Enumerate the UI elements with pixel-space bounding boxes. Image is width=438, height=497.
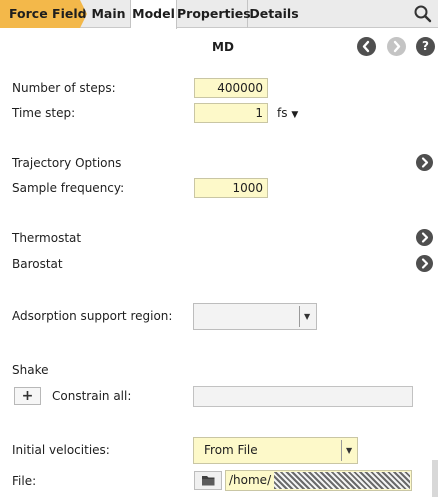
- initial-velocities-label: Initial velocities:: [12, 443, 110, 457]
- search-icon[interactable]: [412, 4, 434, 24]
- steps-input[interactable]: 400000: [194, 78, 268, 98]
- file-path-value: /home/: [229, 473, 272, 487]
- tab-main[interactable]: Main: [87, 0, 131, 28]
- scrollbar[interactable]: [432, 460, 438, 497]
- constrain-all-input[interactable]: [193, 386, 413, 407]
- tab-properties[interactable]: Properties: [177, 0, 251, 28]
- tab-bar: Force Field Main Model Properties Detail…: [0, 0, 438, 29]
- back-button[interactable]: [357, 37, 376, 56]
- select-divider: [299, 306, 300, 327]
- help-button[interactable]: ?: [416, 37, 435, 56]
- chevron-left-icon: [362, 40, 370, 53]
- shake-label: Shake: [12, 363, 49, 377]
- redacted-region: [274, 472, 410, 489]
- file-label: File:: [12, 474, 37, 488]
- chevron-right-icon: [421, 258, 429, 269]
- forward-button[interactable]: [387, 37, 406, 56]
- chevron-right-icon: [421, 157, 429, 168]
- caret-down-icon: ▼: [291, 110, 299, 120]
- adsorption-region-label: Adsorption support region:: [12, 309, 173, 323]
- constrain-all-label: Constrain all:: [52, 389, 132, 403]
- timestep-unit: fs: [277, 106, 288, 120]
- initial-velocities-select[interactable]: From File ▼: [193, 437, 358, 464]
- sample-frequency-label: Sample frequency:: [12, 181, 125, 195]
- timestep-label: Time step:: [12, 106, 76, 120]
- steps-label: Number of steps:: [12, 81, 116, 95]
- select-divider: [341, 440, 342, 461]
- initial-velocities-value: From File: [204, 443, 258, 457]
- timestep-input[interactable]: 1: [194, 103, 268, 123]
- thermostat-label: Thermostat: [12, 231, 82, 245]
- timestep-unit-select[interactable]: fs ▼: [277, 106, 298, 120]
- folder-icon: [202, 476, 215, 486]
- file-path-input[interactable]: /home/: [225, 470, 412, 491]
- plus-icon: +: [21, 388, 34, 404]
- trajectory-options-label: Trajectory Options: [12, 156, 122, 170]
- tab-force-field[interactable]: Force Field: [0, 0, 87, 28]
- caret-down-icon: ▼: [304, 312, 311, 321]
- tab-details[interactable]: Details: [248, 0, 300, 28]
- browse-button[interactable]: [194, 471, 222, 490]
- barostat-button[interactable]: [416, 255, 433, 272]
- barostat-label: Barostat: [12, 257, 63, 271]
- sample-frequency-input[interactable]: 1000: [194, 178, 268, 198]
- tab-model[interactable]: Model: [131, 0, 177, 29]
- trajectory-options-button[interactable]: [416, 154, 433, 171]
- adsorption-region-select[interactable]: ▼: [193, 303, 317, 330]
- chevron-right-icon: [421, 232, 429, 243]
- caret-down-icon: ▼: [346, 446, 353, 455]
- add-button[interactable]: +: [14, 387, 41, 405]
- thermostat-button[interactable]: [416, 229, 433, 246]
- help-icon: ?: [422, 39, 429, 53]
- chevron-right-icon: [393, 40, 401, 53]
